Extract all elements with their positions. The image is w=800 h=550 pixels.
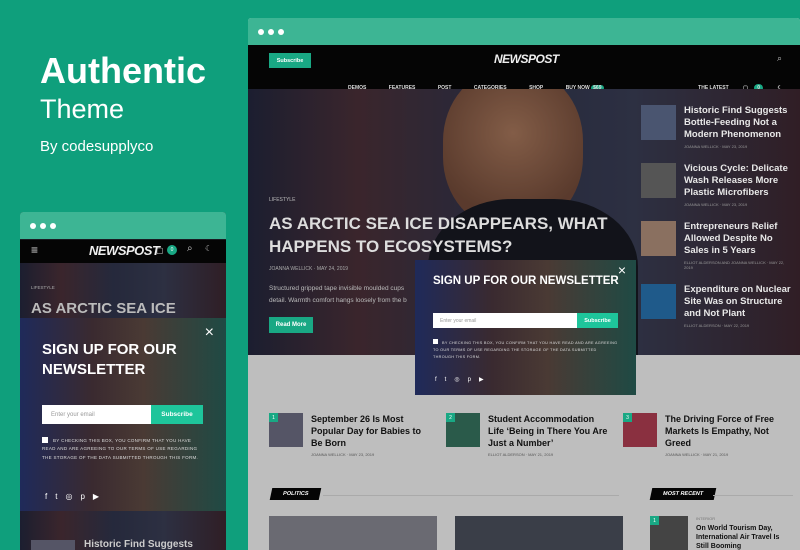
twitter-icon[interactable]: t [445,377,447,383]
card-title[interactable]: Student Accommodation Life ‘Being in The… [488,413,611,449]
side-list: Historic Find Suggests Bottle-Feeding No… [641,105,791,342]
search-icon[interactable]: ⌕ [777,53,782,64]
hero-excerpt: Structured gripped tape invisible moulde… [269,283,407,307]
social-links: f t ◎ p ▶ [45,492,107,501]
window-titlebar [248,18,800,45]
card-meta: JOANNA WELLICK · MAY 21, 2019 [665,452,729,457]
mobile-header: ≡ NEWSPOST ▢ 0 ⌕ ☾ [20,240,226,263]
close-icon[interactable]: × [205,324,214,342]
item-title[interactable]: Entrepreneurs Relief Allowed Despite No … [684,221,791,257]
hero-title[interactable]: AS ARCTIC SEA ICE DISAPPEARS, WHAT HAPPE… [269,212,609,258]
desktop-window: Subscribe NEWSPOST ⌕ DEMOS FEATURES POST… [248,18,800,550]
popup-subscribe-button[interactable]: Subscribe [151,405,203,424]
popup-subscribe-button[interactable]: Subscribe [577,313,618,328]
excerpt-line: detail. Warmth comfort hangs loosely fro… [269,297,407,304]
card-title[interactable]: September 26 Is Most Popular Day for Bab… [311,413,434,449]
card-2[interactable]: 2 Student Accommodation Life ‘Being in Th… [446,413,611,457]
card-3[interactable]: 3 The Driving Force of Free Markets Is Em… [623,413,788,457]
hero-meta: JOANNA WELLICK · MAY 24, 2019 [269,266,349,272]
cart-count: 0 [167,245,177,255]
card-title[interactable]: The Driving Force of Free Markets Is Emp… [665,413,788,449]
politics-image[interactable] [455,516,623,550]
item-meta: JOANNA WELLICK · MAY 23, 2019 [684,202,748,207]
twitter-icon[interactable]: t [55,492,57,501]
hero-date: MAY 24, 2019 [316,266,349,272]
list-item[interactable]: Vicious Cycle: Delicate Wash Releases Mo… [641,163,791,207]
pinterest-icon[interactable]: p [468,377,471,383]
card-1[interactable]: 1 September 26 Is Most Popular Day for Ba… [269,413,434,457]
instagram-icon[interactable]: ◎ [65,492,72,501]
logo[interactable]: NEWSPOST [494,52,559,66]
close-icon[interactable]: × [618,262,626,278]
hero-category[interactable]: LIFESTYLE [269,197,295,203]
promo-author: By codesupplyco [40,138,154,155]
hero-author[interactable]: JOANNA WELLICK [269,266,312,272]
card-meta: ELLIOT ALDERSON · MAY 21, 2019 [488,452,554,457]
mobile-hero-title[interactable]: AS ARCTIC SEA ICE [31,300,176,317]
youtube-icon[interactable]: ▶ [93,492,99,501]
popup-title: SIGN UP FOR OUR NEWSLETTER [42,341,177,378]
item-meta: ELLIOT ALDERSON AND JOANNA WELLICK · MAY… [684,260,785,270]
rank-badge: 1 [650,516,659,525]
social-links: f t ◎ p ▶ [435,376,492,383]
rank-badge: 1 [269,413,278,422]
newsletter-popup: × SIGN UP FOR OUR NEWSLETTER Enter your … [415,260,636,395]
facebook-icon[interactable]: f [435,377,437,383]
cart-icon[interactable]: ▢ [156,246,164,255]
item-title[interactable]: Vicious Cycle: Delicate Wash Releases Mo… [684,163,791,199]
mobile-window: ≡ NEWSPOST ▢ 0 ⌕ ☾ LIFESTYLE AS ARCTIC S… [20,212,226,550]
dark-mode-icon[interactable]: ☾ [205,244,212,253]
email-input[interactable]: Enter your email [433,313,577,328]
list-item[interactable]: Expenditure on Nuclear Site Was on Struc… [641,284,791,328]
item-meta: JOANNA WELLICK · MAY 23, 2019 [684,144,748,149]
rank-badge: 2 [446,413,455,422]
recent-title[interactable]: On World Tourism Day, International Air … [696,524,791,550]
card-meta: JOANNA WELLICK · MAY 23, 2019 [311,452,375,457]
list-item[interactable]: Historic Find Suggests Bottle-Feeding No… [641,105,791,149]
rank-badge: 3 [623,413,632,422]
item-title[interactable]: Expenditure on Nuclear Site Was on Struc… [684,284,791,320]
promo-title: Authentic [40,50,206,91]
menu-icon[interactable]: ≡ [31,243,38,257]
section-politics[interactable]: POLITICS [269,488,322,500]
instagram-icon[interactable]: ◎ [454,376,459,383]
mobile-newsletter-popup: × SIGN UP FOR OUR NEWSLETTER Enter your … [20,318,226,511]
list-item[interactable]: Entrepreneurs Relief Allowed Despite No … [641,221,791,270]
email-input[interactable]: Enter your email [42,405,151,424]
window-titlebar [20,212,226,239]
consent-text: BY CHECKING THIS BOX, YOU CONFIRM THAT Y… [433,341,618,359]
promo-subtitle: Theme [40,94,125,124]
site-header: Subscribe NEWSPOST ⌕ DEMOS FEATURES POST… [248,45,800,92]
next-thumb[interactable] [31,540,75,550]
recent-category[interactable]: INTERIOR [696,516,715,521]
search-icon[interactable]: ⌕ [187,243,193,254]
youtube-icon[interactable]: ▶ [479,376,484,383]
read-more-button[interactable]: Read More [269,317,313,333]
recent-thumb[interactable]: 1 [650,516,688,550]
item-meta: ELLIOT ALDERSON · MAY 22, 2019 [684,323,750,328]
subscribe-button[interactable]: Subscribe [269,53,311,68]
popup-title: SIGN UP FOR OUR NEWSLETTER [433,275,619,287]
section-most-recent[interactable]: MOST RECENT [649,488,717,500]
politics-image[interactable] [269,516,437,550]
next-title[interactable]: Historic Find Suggests [84,539,193,550]
pinterest-icon[interactable]: p [80,492,84,501]
facebook-icon[interactable]: f [45,492,47,501]
logo[interactable]: NEWSPOST [89,243,160,258]
consent-text: BY CHECKING THIS BOX, YOU CONFIRM THAT Y… [42,438,199,460]
mobile-category[interactable]: LIFESTYLE [31,285,55,290]
item-title[interactable]: Historic Find Suggests Bottle-Feeding No… [684,105,791,141]
excerpt-line: Structured gripped tape invisible moulde… [269,285,405,292]
